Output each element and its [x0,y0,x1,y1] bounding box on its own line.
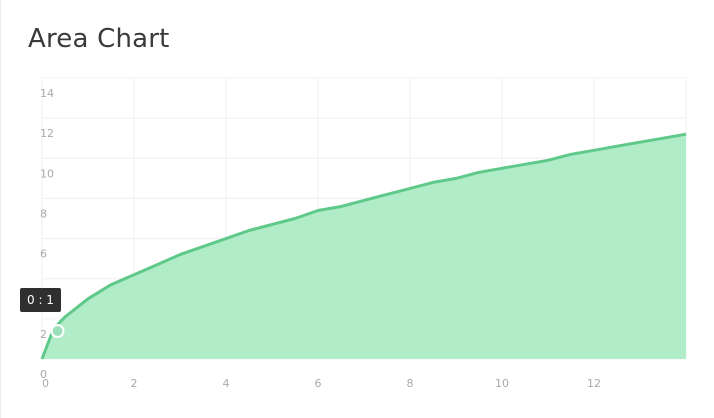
x-tick-label: 6 [315,377,322,390]
x-tick-label: 2 [131,377,138,390]
x-tick-label: 8 [407,377,414,390]
hover-marker [50,324,65,338]
chart-card: Area Chart 024681012 02468101214 0 : 1 [0,0,714,418]
highlight-point[interactable] [50,324,65,338]
x-tick-label: 12 [587,377,601,390]
area-series [40,132,687,360]
area-fill [42,134,686,359]
x-tick-label: 10 [495,377,509,390]
chart-tooltip: 0 : 1 [20,288,61,312]
x-axis-ticks: 0 2 4 6 8 10 12 [42,377,601,390]
x-tick-label: 4 [223,377,230,390]
y-tick-label: 6 [40,248,47,261]
y-tick-label: 10 [40,167,54,180]
y-tick-label: 14 [40,87,54,100]
area-chart: 024681012 02468101214 [40,77,687,390]
y-tick-label: 12 [40,127,54,140]
y-tick-label: 0 [40,368,47,381]
y-tick-label: 2 [40,328,47,341]
y-tick-label: 8 [40,207,47,220]
